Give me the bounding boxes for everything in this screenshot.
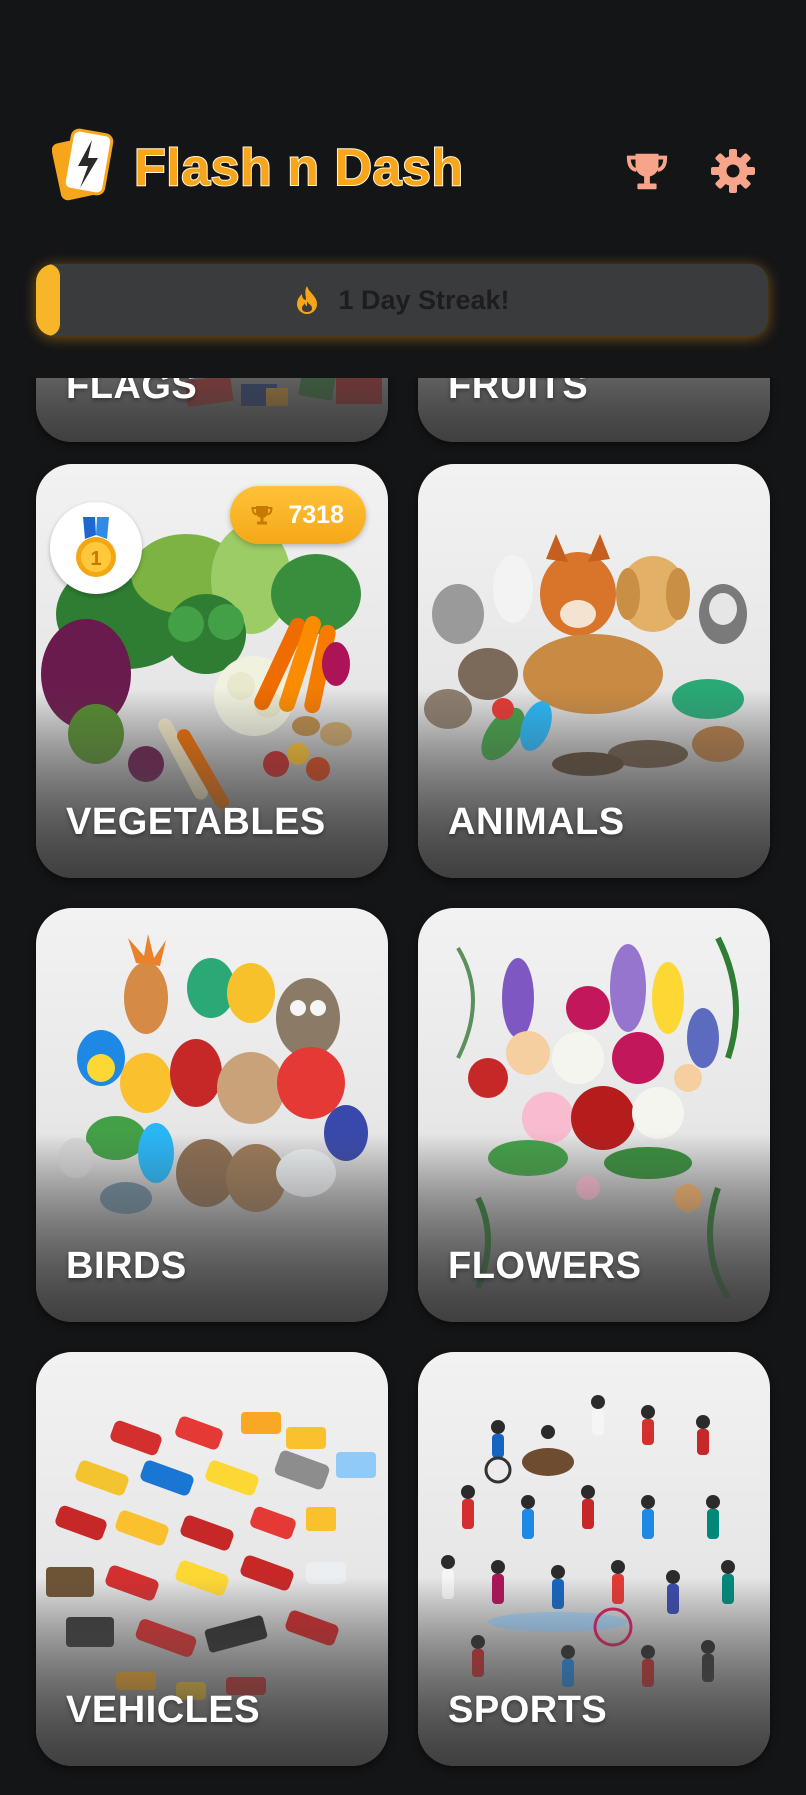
category-label: ANIMALS — [448, 801, 625, 843]
app-title: Flash n Dash — [133, 138, 464, 198]
category-grid[interactable]: FLAGS FRUITS 1 7318 VEGETABLES ANIMALS B… — [0, 378, 806, 1795]
high-score-badge: 7318 — [230, 486, 366, 544]
lightning-cards-icon — [51, 126, 114, 204]
category-card-flags[interactable]: FLAGS — [36, 378, 388, 442]
category-card-birds[interactable]: BIRDS — [36, 908, 388, 1322]
category-card-flowers[interactable]: FLOWERS — [418, 908, 770, 1322]
header: Flash n Dash — [51, 120, 762, 220]
category-card-sports[interactable]: SPORTS — [418, 1352, 770, 1766]
category-card-vegetables[interactable]: 1 7318 VEGETABLES — [36, 464, 388, 878]
category-card-animals[interactable]: ANIMALS — [418, 464, 770, 878]
streak-banner: 1 Day Streak! — [36, 264, 768, 336]
leaderboard-button[interactable] — [620, 144, 674, 198]
category-card-vehicles[interactable]: VEHICLES — [36, 1352, 388, 1766]
fire-icon — [297, 286, 318, 314]
streak-text: 1 Day Streak! — [338, 284, 510, 315]
category-label: FRUITS — [448, 378, 589, 407]
settings-button[interactable] — [706, 144, 760, 198]
gold-medal-badge: 1 — [50, 502, 142, 594]
category-card-fruits[interactable]: FRUITS — [418, 378, 770, 442]
category-label: FLAGS — [66, 378, 198, 407]
trophy-icon — [626, 153, 668, 190]
category-label: SPORTS — [448, 1689, 608, 1731]
app-screen: Flash n Dash 1 Day Streak! FLAGS FRUITS … — [0, 0, 806, 1795]
trophy-icon — [251, 506, 273, 525]
gold-medal-icon: 1 — [76, 517, 116, 577]
category-label: VEHICLES — [66, 1689, 261, 1731]
category-label: VEGETABLES — [66, 801, 326, 843]
category-label: BIRDS — [66, 1245, 187, 1287]
svg-text:1: 1 — [90, 548, 101, 570]
category-label: FLOWERS — [448, 1245, 642, 1287]
high-score-value: 7318 — [288, 500, 344, 529]
gear-icon — [711, 149, 755, 193]
